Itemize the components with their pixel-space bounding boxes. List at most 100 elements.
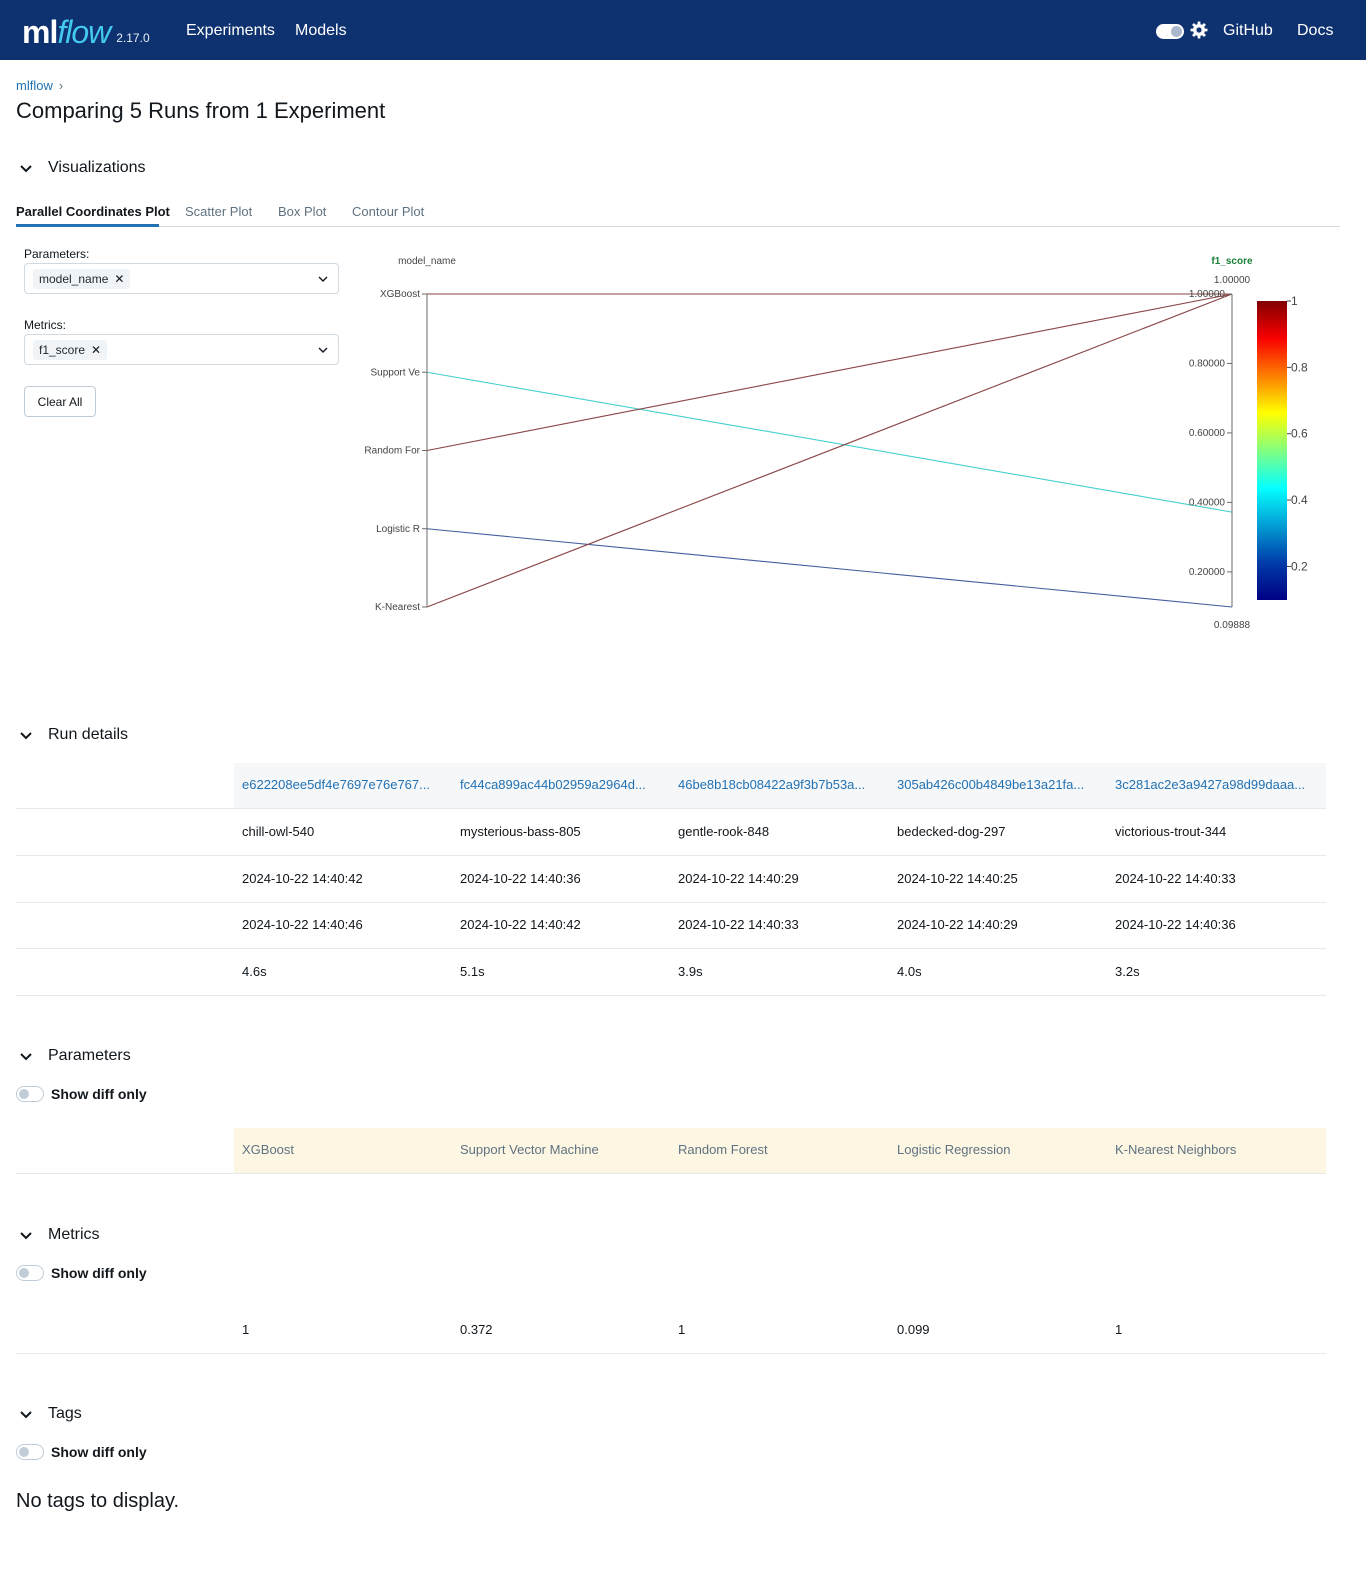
logo-flow-text: flow — [57, 14, 111, 50]
metrics-diff-label: Show diff only — [51, 1265, 147, 1281]
metrics-section-toggle[interactable]: Metrics — [16, 1225, 100, 1245]
pc-axis-title-f1-score: f1_score — [1211, 256, 1253, 267]
pc-num-tick-label: 0.20000 — [1189, 567, 1226, 578]
parameters-heading: Parameters — [48, 1047, 131, 1064]
no-tags-message: No tags to display. — [16, 1490, 180, 1512]
pc-colorbar-tick-label: 0.6 — [1291, 427, 1308, 441]
duration-cell-1: 4.6s — [242, 964, 267, 979]
parallel-coordinates-plot[interactable]: model_name f1_score XGBoost Support Ve Rando… — [350, 240, 1350, 650]
visualization-tabs: Parallel Coordinates Plot Scatter Plot B… — [16, 200, 1340, 227]
chevron-down-icon — [20, 1232, 32, 1240]
theme-toggle[interactable] — [1156, 24, 1184, 39]
pc-cat-tick-label: Support Ve — [371, 367, 421, 378]
remove-metric-icon[interactable]: ✕ — [91, 340, 101, 360]
param-value-cell-1: XGBoost — [242, 1142, 295, 1157]
tab-box-plot[interactable]: Box Plot — [278, 204, 326, 219]
pc-line-5 — [426, 293, 1233, 608]
pc-cat-tick-label: Logistic R — [376, 524, 420, 535]
metrics-select-label: Metrics: — [24, 318, 66, 332]
run-details-section-toggle[interactable]: Run details — [16, 725, 128, 745]
param-value-cell-3: Random Forest — [678, 1142, 768, 1157]
pc-line-4 — [426, 528, 1233, 608]
pc-colorbar-tick-label: 0.4 — [1291, 493, 1308, 507]
run-id-link-1[interactable]: e622208ee5df4e7697e76e767... — [242, 777, 447, 792]
param-value-cell-5: K-Nearest Neighbors — [1115, 1142, 1237, 1157]
pc-colorbar-tick-label: 0.2 — [1291, 559, 1308, 573]
metrics-diff-toggle[interactable] — [16, 1265, 44, 1281]
pc-cat-tick-label: XGBoost — [380, 289, 420, 300]
end-time-cell-1: 2024-10-22 14:40:46 — [242, 917, 363, 932]
parameters-diff-label: Show diff only — [51, 1086, 147, 1102]
tags-heading: Tags — [48, 1405, 82, 1422]
end-time-cell-2: 2024-10-22 14:40:42 — [460, 917, 581, 932]
run-name-cell-2: mysterious-bass-805 — [460, 824, 581, 839]
pc-colorbar-tick-label: 1 — [1291, 294, 1298, 308]
pc-num-tick-label: 0.40000 — [1189, 497, 1226, 508]
tags-diff-toggle[interactable] — [16, 1444, 44, 1460]
selected-param-text: model_name — [39, 272, 109, 286]
breadcrumb-mlflow-link[interactable]: mlflow — [16, 78, 53, 93]
param-value-cell-2: Support Vector Machine — [460, 1142, 599, 1157]
metric-value-cell-1: 1 — [242, 1322, 250, 1337]
visualizations-section-toggle[interactable]: Visualizations — [16, 158, 146, 178]
nav-models-link[interactable]: Models — [295, 22, 347, 40]
nav-docs-link[interactable]: Docs — [1297, 22, 1333, 40]
clear-all-button[interactable]: Clear All — [24, 386, 96, 417]
run-id-link-3[interactable]: 46be8b18cb08422a9f3b7b53a... — [678, 777, 883, 792]
pc-line-3 — [426, 293, 1233, 452]
mlflow-logo[interactable]: ml flow 2.17.0 — [22, 6, 150, 54]
end-time-cell-3: 2024-10-22 14:40:33 — [678, 917, 799, 932]
nav-experiments-link[interactable]: Experiments — [186, 22, 275, 40]
tab-parallel-coordinates[interactable]: Parallel Coordinates Plot — [16, 204, 170, 219]
gear-icon[interactable] — [1189, 20, 1209, 40]
metric-value-cell-2: 0.372 — [460, 1322, 493, 1337]
chevron-down-icon — [20, 1053, 32, 1061]
run-id-link-2[interactable]: fc44ca899ac44b02959a2964d... — [460, 777, 665, 792]
breadcrumb: mlflow › — [16, 78, 63, 93]
run-name-cell-4: bedecked-dog-297 — [897, 824, 1006, 839]
start-time-cell-2: 2024-10-22 14:40:36 — [460, 871, 581, 886]
duration-cell-4: 4.0s — [897, 964, 922, 979]
metric-value-cell-4: 0.099 — [897, 1322, 930, 1337]
pc-axis-title-model-name: model_name — [398, 256, 456, 267]
run-id-link-4[interactable]: 305ab426c00b4849be13a21fa... — [897, 777, 1102, 792]
chevron-down-icon — [20, 165, 32, 173]
chevron-down-icon — [20, 732, 32, 740]
pc-colorbar-tick-label: 0.8 — [1291, 360, 1308, 374]
pc-num-tick-label: 1.00000 — [1189, 289, 1226, 300]
selected-metric-text: f1_score — [39, 343, 86, 357]
parameters-select[interactable]: model_name ✕ — [24, 263, 339, 294]
run-name-cell-3: gentle-rook-848 — [678, 824, 770, 839]
run-id-link-5[interactable]: 3c281ac2e3a9427a98d99daaa... — [1115, 777, 1320, 792]
pc-range-max-label: 1.00000 — [1214, 275, 1251, 286]
pc-cat-tick-label: K-Nearest — [375, 602, 420, 613]
selected-param-chip: model_name ✕ — [33, 269, 131, 289]
end-time-cell-4: 2024-10-22 14:40:29 — [897, 917, 1018, 932]
remove-param-icon[interactable]: ✕ — [114, 269, 124, 289]
duration-cell-3: 3.9s — [678, 964, 703, 979]
start-time-cell-5: 2024-10-22 14:40:33 — [1115, 871, 1236, 886]
parameters-section-toggle[interactable]: Parameters — [16, 1046, 131, 1066]
pc-num-tick-label: 0.80000 — [1189, 358, 1226, 369]
tab-contour-plot[interactable]: Contour Plot — [352, 204, 424, 219]
tab-scatter-plot[interactable]: Scatter Plot — [185, 204, 252, 219]
pc-num-tick-label: 0.60000 — [1189, 428, 1226, 439]
metrics-select[interactable]: f1_score ✕ — [24, 334, 339, 365]
pc-cat-tick-label: Random For — [364, 446, 420, 457]
nav-github-link[interactable]: GitHub — [1223, 22, 1273, 40]
run-details-heading: Run details — [48, 726, 129, 743]
end-time-cell-5: 2024-10-22 14:40:36 — [1115, 917, 1236, 932]
run-name-cell-5: victorious-trout-344 — [1115, 824, 1227, 839]
metric-value-cell-5: 1 — [1115, 1322, 1123, 1337]
pc-colorbar — [1257, 301, 1287, 600]
tags-section-toggle[interactable]: Tags — [16, 1404, 82, 1424]
logo-ml-text: ml — [22, 14, 58, 50]
version-label: 2.17.0 — [116, 31, 150, 45]
start-time-cell-1: 2024-10-22 14:40:42 — [242, 871, 363, 886]
chevron-down-icon — [318, 347, 328, 353]
selected-metric-chip: f1_score ✕ — [33, 340, 108, 360]
start-time-cell-3: 2024-10-22 14:40:29 — [678, 871, 799, 886]
param-value-cell-4: Logistic Regression — [897, 1142, 1011, 1157]
parameters-diff-toggle[interactable] — [16, 1086, 44, 1102]
pc-line-2 — [426, 371, 1233, 513]
